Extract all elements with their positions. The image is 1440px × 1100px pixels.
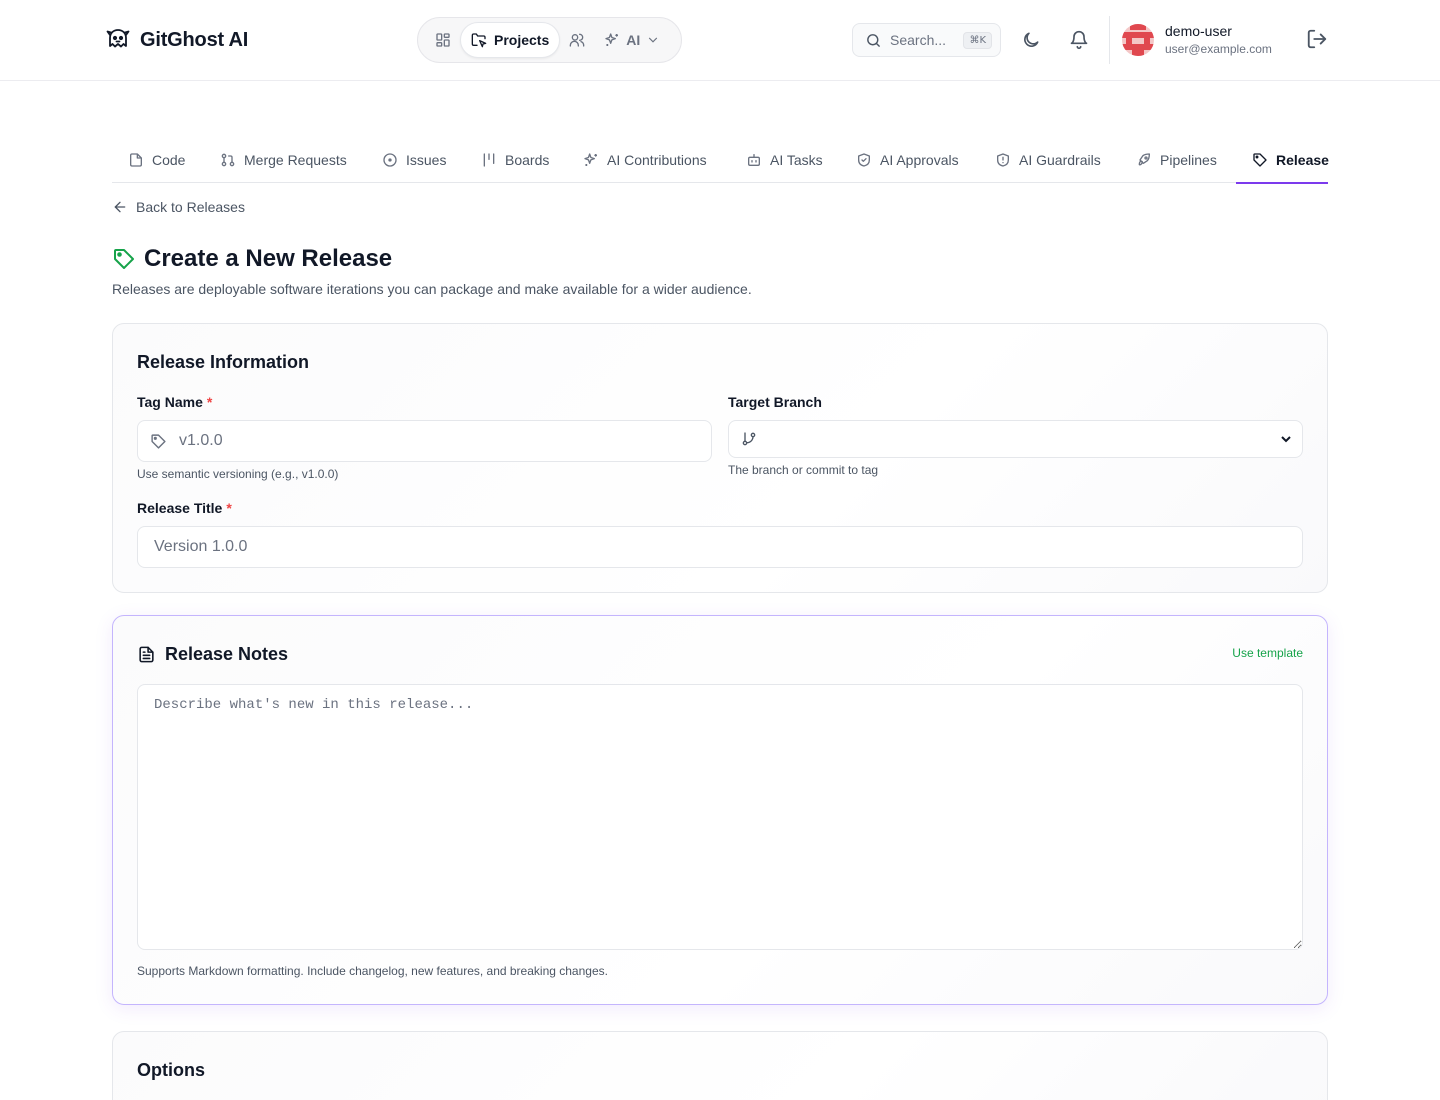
release-notes-card: Release Notes Use template Supports Mark…: [112, 615, 1328, 1005]
nav-projects-button[interactable]: Projects: [460, 22, 561, 58]
release-information-card: Release Information Tag Name* Use semant…: [112, 323, 1328, 593]
tab-label: Merge Requests: [244, 152, 347, 168]
release-notes-heading: Release Notes: [165, 644, 289, 664]
git-pull-request-icon: [220, 152, 236, 168]
required-mark: *: [226, 500, 232, 516]
bot-icon: [746, 152, 762, 168]
top-header: GitGhost AI Projects AI Search... ⌘K dem…: [0, 0, 1440, 81]
search-placeholder: Search...: [890, 32, 947, 48]
bell-icon: [1069, 30, 1089, 50]
circle-dot-icon: [382, 152, 398, 168]
tab-pipelines[interactable]: Pipelines: [1120, 137, 1233, 183]
tab-label: AI Approvals: [880, 152, 959, 168]
tab-ai-approvals[interactable]: AI Approvals: [840, 137, 975, 183]
layout-grid-icon: [435, 32, 451, 48]
release-title-field[interactable]: [137, 526, 1303, 568]
release-notes-header: Release Notes: [137, 644, 288, 665]
theme-toggle-button[interactable]: [1019, 28, 1043, 52]
tab-ai-contributions[interactable]: AI Contributions: [567, 137, 723, 183]
notifications-button[interactable]: [1067, 28, 1091, 52]
release-notes-hint: Supports Markdown formatting. Include ch…: [137, 964, 608, 978]
arrow-left-icon: [112, 199, 128, 215]
target-branch-select[interactable]: [728, 420, 1303, 458]
options-heading: Options: [137, 1060, 205, 1080]
search-input[interactable]: Search... ⌘K: [852, 23, 1001, 57]
tab-label: Code: [152, 152, 186, 168]
user-email: user@example.com: [1165, 42, 1272, 56]
tab-release[interactable]: Release: [1236, 137, 1329, 184]
tab-ai-guardrails[interactable]: AI Guardrails: [979, 137, 1117, 183]
shield-alert-icon: [995, 152, 1011, 168]
app-logo[interactable]: GitGhost AI: [104, 26, 248, 54]
nav-team-button[interactable]: [562, 23, 592, 57]
app-name: GitGhost AI: [140, 28, 249, 51]
tab-merge-requests[interactable]: Merge Requests: [204, 137, 363, 183]
tab-label: Boards: [505, 152, 550, 168]
release-title-input[interactable]: [154, 527, 1302, 567]
tab-label: AI Contributions: [607, 152, 707, 168]
tag-name-label: Tag Name *: [137, 394, 212, 410]
tag-name-hint: Use semantic versioning (e.g., v1.0.0): [137, 467, 339, 481]
avatar[interactable]: [1122, 24, 1154, 56]
page-subtitle: Releases are deployable software iterati…: [112, 281, 752, 297]
shield-check-icon: [856, 152, 872, 168]
release-notes-textarea[interactable]: [137, 684, 1303, 950]
tab-label: AI Guardrails: [1019, 152, 1101, 168]
folder-git-icon: [471, 32, 487, 48]
tag-icon: [112, 247, 136, 271]
kanban-icon: [481, 152, 497, 168]
use-template-link[interactable]: Use template: [1232, 646, 1303, 660]
page-header: Create a New Release: [112, 245, 392, 273]
tag-icon: [1252, 152, 1268, 168]
target-branch-dropdown[interactable]: [761, 421, 1294, 457]
target-branch-hint: The branch or commit to tag: [728, 463, 879, 477]
back-link-label: Back to Releases: [136, 199, 245, 215]
page-title: Create a New Release: [144, 245, 393, 272]
back-to-releases-link[interactable]: Back to Releases: [112, 199, 245, 215]
main-nav: Projects AI: [417, 17, 682, 63]
log-out-icon: [1306, 28, 1328, 50]
ghost-icon: [104, 26, 132, 54]
release-information-heading: Release Information: [137, 352, 310, 372]
options-card: Options: [112, 1031, 1328, 1100]
nav-dashboard-button[interactable]: [428, 23, 458, 57]
tag-name-label-text: Tag Name: [137, 394, 203, 410]
logout-button[interactable]: [1306, 28, 1328, 50]
git-branch-icon: [741, 431, 757, 447]
release-title-label-text: Release Title: [137, 500, 223, 516]
tab-label: Pipelines: [1160, 152, 1217, 168]
user-name[interactable]: demo-user: [1165, 23, 1232, 39]
rocket-icon: [1136, 152, 1152, 168]
header-divider: [1109, 16, 1110, 64]
tab-issues[interactable]: Issues: [366, 137, 462, 183]
tag-name-field[interactable]: [137, 420, 712, 462]
release-title-label: Release Title *: [137, 500, 232, 516]
tab-label: AI Tasks: [770, 152, 823, 168]
nav-projects-label: Projects: [494, 32, 550, 48]
tab-code[interactable]: Code: [112, 137, 201, 183]
required-mark: *: [206, 394, 213, 410]
users-icon: [569, 32, 585, 48]
sparkles-icon: [583, 152, 599, 168]
moon-icon: [1021, 30, 1041, 50]
tab-boards[interactable]: Boards: [465, 137, 565, 183]
tag-icon: [150, 433, 167, 450]
search-icon: [865, 32, 882, 49]
sparkles-icon: [604, 32, 620, 48]
chevron-down-icon: [646, 33, 660, 47]
tag-name-input[interactable]: [179, 421, 711, 461]
tab-ai-tasks[interactable]: AI Tasks: [730, 137, 839, 183]
target-branch-label: Target Branch: [728, 394, 822, 410]
nav-ai-dropdown[interactable]: AI: [594, 23, 668, 57]
search-shortcut-badge: ⌘K: [963, 31, 992, 49]
tab-label: Issues: [406, 152, 447, 168]
file-text-icon: [137, 645, 156, 664]
tab-label: Release: [1276, 152, 1329, 168]
file-icon: [128, 152, 144, 168]
nav-ai-label: AI: [626, 32, 641, 48]
project-tabs: Code Merge Requests Issues Boards AI Con…: [112, 137, 1329, 184]
